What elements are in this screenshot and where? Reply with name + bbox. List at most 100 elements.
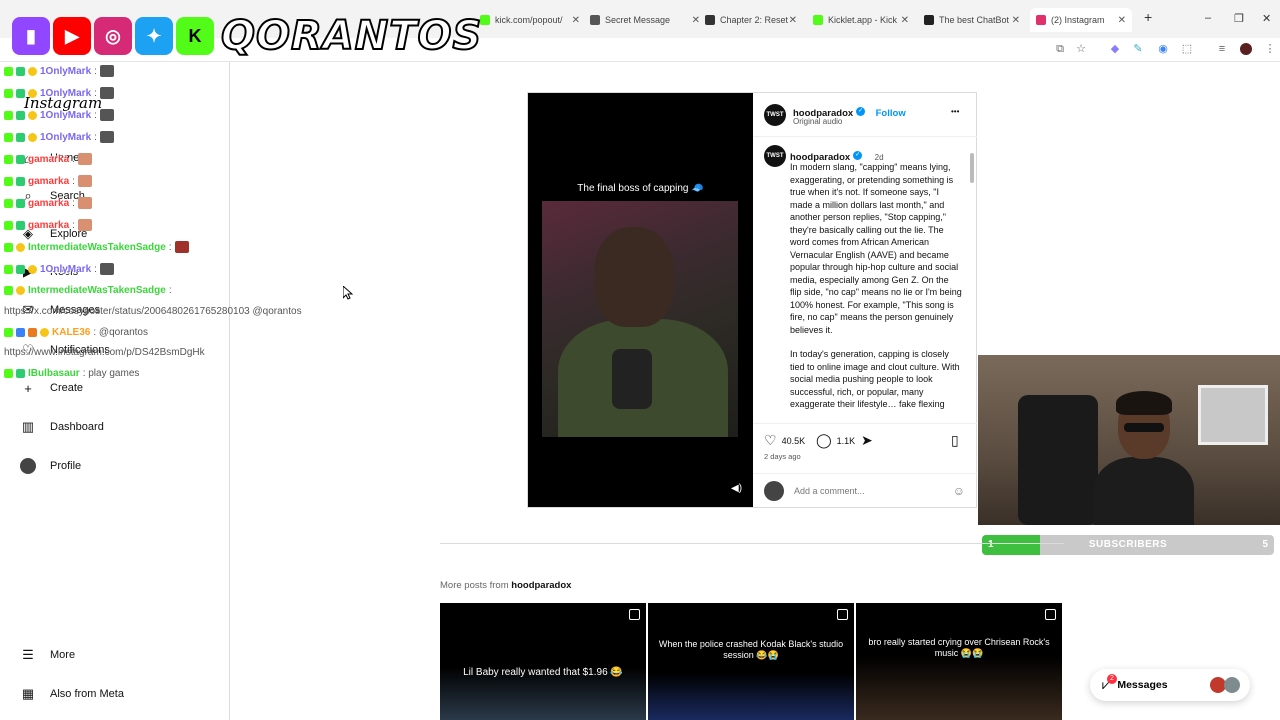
media-control-icon[interactable]: ≡	[1216, 43, 1228, 55]
conversation-avatar	[1224, 677, 1240, 693]
section-divider	[440, 543, 1064, 544]
profile-avatar	[20, 458, 36, 474]
video-person-head	[594, 227, 674, 327]
emote-icon	[99, 65, 114, 77]
browser-tab[interactable]: kick.com/popout/ ✕	[480, 8, 580, 32]
close-tab-icon[interactable]: ✕	[572, 15, 580, 26]
like-button[interactable]: ♡ 40.5K	[764, 432, 805, 449]
new-tab-button[interactable]: +	[1144, 9, 1152, 25]
comment-input[interactable]: Add a comment...	[794, 486, 865, 496]
microphone	[612, 349, 652, 409]
save-button[interactable]: ▯	[951, 432, 959, 449]
author-avatar[interactable]: TWST	[764, 104, 786, 126]
more-posts-username[interactable]: hoodparadox	[511, 580, 571, 591]
post-thumbnail[interactable]: Lil Baby really wanted that $1.96 😂	[440, 603, 646, 720]
emote-icon	[77, 153, 92, 165]
chat-message: IntermediateWasTakenSadge:	[4, 241, 189, 253]
follow-button[interactable]: Follow	[876, 108, 906, 119]
close-window-button[interactable]: ✕	[1262, 12, 1271, 25]
emoji-badge-icon	[28, 66, 37, 76]
reel-icon	[1045, 609, 1056, 620]
scroll-thumb[interactable]	[970, 153, 974, 183]
close-tab-icon[interactable]: ✕	[692, 15, 700, 26]
verified-badge-icon: ✓	[853, 151, 863, 161]
kick-badge-icon	[4, 154, 13, 164]
volume-icon[interactable]: ◀)	[731, 483, 742, 494]
more-posts-heading: More posts from hoodparadox	[440, 580, 572, 591]
post-actions: ♡ 40.5K ◯ 1.1K ➤ ▯ 2 days ago	[753, 423, 977, 463]
sub-badge-icon	[16, 154, 25, 164]
instagram-favicon-icon	[1036, 15, 1046, 25]
profile-avatar-icon[interactable]	[1240, 43, 1252, 55]
messages-label: Messages	[1117, 679, 1168, 691]
emoji-badge-icon	[28, 88, 37, 98]
browser-tab[interactable]: Secret Message ✕	[590, 8, 700, 32]
extension-icon[interactable]: ◉	[1157, 43, 1169, 55]
share-button[interactable]: ➤	[861, 432, 873, 449]
twitter-icon: ✦	[135, 17, 173, 55]
browser-tab[interactable]: The best ChatBot ✕	[924, 8, 1020, 32]
post-thumbnail[interactable]: bro really started crying over Chrisean …	[856, 603, 1062, 720]
maximize-button[interactable]: ❐	[1234, 12, 1244, 25]
kick-favicon-icon	[813, 15, 823, 25]
kick-badge-icon	[4, 132, 13, 142]
bookmark-star-icon[interactable]: ☆	[1075, 43, 1087, 55]
post-thumbnail[interactable]: When the police crashed Kodak Black's st…	[648, 603, 854, 720]
reel-video[interactable]: The final boss of capping 🧢 ◀)	[528, 93, 753, 507]
heart-icon: ♡	[764, 432, 777, 448]
emoji-badge-icon	[16, 242, 25, 252]
audio-label[interactable]: Original audio	[793, 117, 842, 126]
close-tab-icon[interactable]: ✕	[789, 15, 797, 26]
close-tab-icon[interactable]: ✕	[1118, 15, 1126, 26]
chat-message: IBulbasaur: play games	[4, 368, 139, 379]
gift-badge-icon	[28, 328, 37, 337]
reel-icon	[629, 609, 640, 620]
chat-message: 1OnlyMark:	[4, 263, 114, 275]
youtube-icon: ▶	[53, 17, 91, 55]
site-favicon-icon	[705, 15, 715, 25]
kick-badge-icon	[4, 176, 13, 186]
extension-icon[interactable]: ◆	[1109, 43, 1121, 55]
sub-badge-icon	[16, 88, 25, 98]
extension-icon[interactable]: ✎	[1132, 43, 1144, 55]
nav-item-also-from-meta[interactable]: ▦ Also from Meta	[20, 686, 124, 702]
emoji-badge-icon	[40, 328, 49, 337]
kick-badge-icon	[4, 328, 13, 337]
chat-message: https://x.com/cosyposter/status/20064802…	[4, 306, 302, 317]
sub-badge-icon	[16, 110, 25, 120]
browser-tab[interactable]: Kicklet.app - Kick ✕	[813, 8, 909, 32]
chat-message: https://www.instagram.com/p/DS42BsmDgHk	[4, 347, 205, 358]
chat-message: KALE36: @qorantos	[4, 327, 148, 338]
nav-item-profile[interactable]: Profile	[20, 458, 81, 474]
nav-item-create[interactable]: + Create	[20, 380, 83, 396]
minimize-button[interactable]: –	[1205, 12, 1211, 24]
send-icon: ➤	[861, 432, 873, 448]
browser-menu-icon[interactable]: ⋮	[1264, 43, 1276, 55]
like-count: 40.5K	[781, 435, 806, 446]
stream-overlay-logo: ▮ ▶ ◎ ✦ K QORANTOS	[12, 10, 482, 62]
nav-item-more[interactable]: ☰ More	[20, 647, 75, 663]
comment-button[interactable]: ◯ 1.1K	[816, 432, 855, 449]
browser-tab-active[interactable]: (2) Instagram ✕	[1030, 8, 1132, 32]
close-tab-icon[interactable]: ✕	[1012, 15, 1020, 26]
caption-scroll-area[interactable]: TWST hoodparadox ✓ 2d In modern slang, "c…	[753, 141, 977, 411]
chat-message: gamarka:	[4, 153, 92, 165]
browser-tab[interactable]: Chapter 2: Reset ✕	[705, 8, 797, 32]
more-options-icon[interactable]: •••	[951, 107, 959, 116]
caption-paragraph: In today's generation, capping is closel…	[790, 349, 960, 409]
twitch-icon: ▮	[12, 17, 50, 55]
site-favicon-icon	[590, 15, 600, 25]
post-modal: The final boss of capping 🧢 ◀) TWST hood…	[527, 92, 977, 508]
nav-item-dashboard[interactable]: ▥ Dashboard	[20, 419, 104, 435]
chat-message: 1OnlyMark:	[4, 131, 114, 143]
emote-icon	[77, 197, 92, 209]
screenshot-icon[interactable]: ⧉	[1054, 43, 1066, 55]
extensions-puzzle-icon[interactable]: ⬚	[1181, 43, 1193, 55]
caption-scrollbar[interactable]	[969, 141, 975, 411]
emoji-icon[interactable]: ☺	[953, 484, 965, 498]
author-avatar[interactable]: TWST	[764, 145, 786, 167]
sub-badge-icon	[16, 132, 25, 142]
close-tab-icon[interactable]: ✕	[901, 15, 909, 26]
messages-button[interactable]: ⩗ 2 Messages	[1090, 669, 1250, 701]
chat-message: gamarka:	[4, 175, 92, 187]
